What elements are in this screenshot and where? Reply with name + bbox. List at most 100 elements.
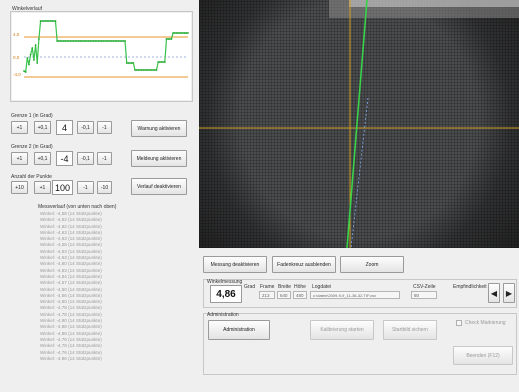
angle-point (168, 38, 171, 40)
angle-point (76, 40, 78, 42)
angle-point (36, 62, 39, 64)
angle-point (148, 69, 151, 71)
angle-point (124, 40, 126, 42)
zoom-button[interactable]: Zoom (340, 256, 404, 273)
punkte-label: Anzahl der Punkte (11, 174, 52, 180)
grenze2-plus1-button[interactable]: +1 (11, 152, 28, 165)
logdatei-field: c:\daten\2009-9-9_11-36-32.TIF.csv (310, 291, 400, 299)
empfindlichkeit-right-button[interactable]: ▶ (503, 283, 515, 303)
angle-point (86, 40, 88, 42)
camera-overlay (199, 0, 519, 248)
angle-point (185, 32, 188, 34)
angle-point (155, 69, 158, 71)
angle-point (41, 20, 44, 22)
angle-point (104, 40, 107, 42)
grenze2-value-field[interactable]: -4 (56, 151, 73, 166)
csv-field: 80 (411, 291, 437, 299)
grenze2-plus01-button[interactable]: +0,1 (34, 152, 51, 165)
angle-point (122, 40, 125, 42)
angle-point (28, 63, 30, 66)
angle-point (150, 69, 153, 71)
punkte-plus1-button[interactable]: +1 (34, 181, 51, 194)
empfindlichkeit-left-button[interactable]: ◀ (488, 283, 500, 303)
grenze1-label: Grenze 1 (in Grad) (11, 113, 53, 119)
zero-label: 0,0 (13, 55, 20, 60)
angle-point (105, 40, 108, 42)
grenze2-minus01-button[interactable]: -0,1 (77, 152, 94, 165)
angle-point (77, 40, 80, 42)
angle-point (24, 71, 27, 73)
angle-point (145, 69, 148, 71)
angle-point (112, 40, 115, 42)
lower-limit-label: -4,0 (13, 72, 21, 77)
grenze2-minus1-button[interactable]: -1 (97, 152, 112, 165)
arrow-left-icon: ◀ (490, 288, 498, 298)
angle-point (109, 40, 112, 42)
angle-point (119, 40, 121, 42)
grenze1-value-field[interactable]: 4 (56, 120, 73, 135)
angle-point (110, 40, 113, 42)
angle-point (139, 69, 141, 71)
angle-point (79, 40, 82, 42)
graph-canvas: 4,0 0,0 -4,0 (12, 13, 191, 100)
angle-point (33, 59, 35, 61)
grenze1-plus1-button[interactable]: +1 (11, 121, 28, 134)
breite-label: Breite (278, 284, 292, 290)
angle-point (135, 69, 138, 71)
angle-point (47, 20, 50, 22)
angle-point (158, 61, 161, 63)
angle-point (91, 40, 93, 42)
angle-point (82, 40, 85, 42)
angle-point (187, 32, 189, 34)
grenze1-minus01-button[interactable]: -0,1 (77, 121, 94, 134)
log-list: Winkel: -4,58 (14 Stützpunkte) Winkel: -… (40, 211, 160, 362)
punkte-plus10-button[interactable]: +10 (11, 181, 28, 194)
angle-point (182, 32, 184, 34)
angle-point (183, 32, 186, 34)
fadenkreuz-ausblenden-button[interactable]: Fadenkreuz ausblenden (272, 256, 336, 273)
angle-point (56, 40, 59, 42)
warnung-aktivieren-button[interactable]: Warnung aktivieren (131, 120, 187, 137)
verlauf-deaktivieren-button[interactable]: Verlauf deaktivieren (131, 178, 187, 195)
angle-point (61, 40, 64, 42)
beenden-button[interactable]: Beenden (F12) (453, 346, 513, 365)
angle-point (153, 69, 156, 71)
frame-field: 213 (259, 291, 275, 299)
punkte-minus1-button[interactable]: -1 (77, 181, 94, 194)
angle-point (175, 32, 178, 34)
startbild-sichern-button[interactable]: Startbild sichern (383, 320, 437, 340)
camera-highlight (329, 0, 519, 18)
camera-view[interactable] (199, 0, 519, 248)
angle-point (97, 40, 100, 42)
angle-point (144, 69, 146, 71)
angle-point (178, 32, 181, 34)
check-markierung-checkbox[interactable] (456, 320, 462, 326)
grenze1-plus01-button[interactable]: +0,1 (34, 121, 51, 134)
messung-deaktivieren-button[interactable]: Messung deaktivieren (203, 256, 267, 273)
administration-button[interactable]: Administration (208, 320, 270, 340)
angle-point (107, 40, 110, 42)
angle-point (81, 40, 83, 42)
kalibrierung-starten-button[interactable]: Kalibrierung starten (310, 320, 374, 340)
angle-point (173, 32, 176, 34)
angle-point (66, 40, 68, 42)
angle-point (38, 38, 40, 40)
angle-point (31, 47, 34, 49)
angle-point (120, 40, 123, 42)
punkte-minus10-button[interactable]: -10 (97, 181, 112, 194)
breite-field: 640 (277, 291, 291, 299)
angle-point (87, 40, 90, 42)
grenze1-minus1-button[interactable]: -1 (97, 121, 112, 134)
angle-point (157, 61, 160, 63)
angle-point (130, 62, 133, 64)
angle-point (140, 69, 143, 71)
angle-point (127, 62, 130, 64)
meldeung-aktivieren-button[interactable]: Meldeung aktivieren (131, 150, 187, 167)
angle-point (39, 20, 42, 22)
punkte-value-field[interactable]: 100 (52, 180, 73, 195)
angle-point (129, 62, 131, 64)
angle-point (160, 61, 163, 63)
angle-point (52, 20, 55, 22)
angle-point (62, 40, 65, 42)
angle-point (51, 20, 54, 22)
